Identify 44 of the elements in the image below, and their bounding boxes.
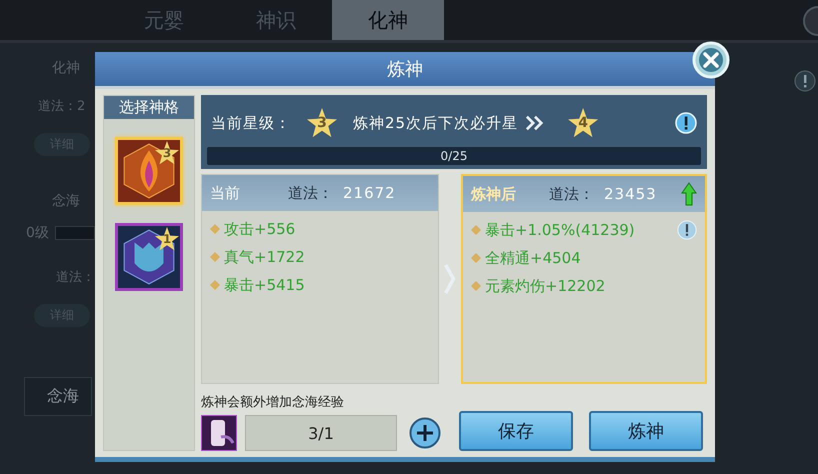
nianhai-button[interactable]: 念海 <box>24 377 92 416</box>
flame-icon <box>118 140 180 202</box>
progress-text: 0/25 <box>440 149 468 163</box>
star-level-label: 当前星级： <box>211 114 291 132</box>
scroll-item-icon[interactable] <box>201 415 237 451</box>
panel-title: 当前 <box>210 184 241 202</box>
action-button[interactable]: 保存 <box>459 411 573 451</box>
attribute-text: 攻击+556 <box>224 220 296 238</box>
section-title: 念海 <box>52 192 80 210</box>
panel-title: 炼神后 <box>471 184 517 204</box>
stat-value: 21672 <box>343 184 396 202</box>
section-title: 化神 <box>52 59 80 77</box>
stat-label: 道法： <box>549 184 594 204</box>
material-note: 炼神会额外增加念海经验 <box>201 394 345 411</box>
star-badge: 3 <box>307 108 337 138</box>
diamond-icon <box>210 224 220 234</box>
level-bar <box>54 226 95 240</box>
star-badge: 4 <box>568 108 598 138</box>
attribute-text: 暴击+5415 <box>224 276 305 294</box>
attribute-text: 暴击+1.05%(41239) <box>485 220 635 240</box>
stat-value: 23453 <box>604 185 657 203</box>
dialog-title: 炼神 <box>95 52 715 89</box>
material-count: 3/1 <box>245 415 397 451</box>
stat-label: 道法：2 <box>38 98 86 115</box>
diamond-icon <box>471 225 481 235</box>
level-label: 0级 <box>26 224 49 242</box>
upgrade-hint: 炼神25次后下次必升星 <box>353 114 518 132</box>
info-icon[interactable] <box>794 70 816 92</box>
sidebar-header: 选择神格 <box>104 96 194 119</box>
diamond-icon <box>210 280 220 290</box>
shield-icon <box>118 226 180 288</box>
diamond-icon <box>471 281 481 291</box>
diamond-icon <box>210 252 220 262</box>
action-button[interactable]: 炼神 <box>589 411 703 451</box>
tab[interactable]: 化神 <box>332 0 444 40</box>
attribute-text: 真气+1722 <box>224 248 305 266</box>
attribute-text: 元素灼伤+12202 <box>485 276 606 296</box>
stat-label: 道法： <box>288 184 333 202</box>
diamond-icon <box>471 253 481 263</box>
divine-gem-item[interactable]: 3 <box>115 137 183 205</box>
divine-gem-item[interactable]: 1 <box>115 223 183 291</box>
plus-button[interactable] <box>409 417 441 449</box>
attribute-text: 全精通+4504 <box>485 248 581 268</box>
stat-label: 道法： <box>56 269 95 286</box>
